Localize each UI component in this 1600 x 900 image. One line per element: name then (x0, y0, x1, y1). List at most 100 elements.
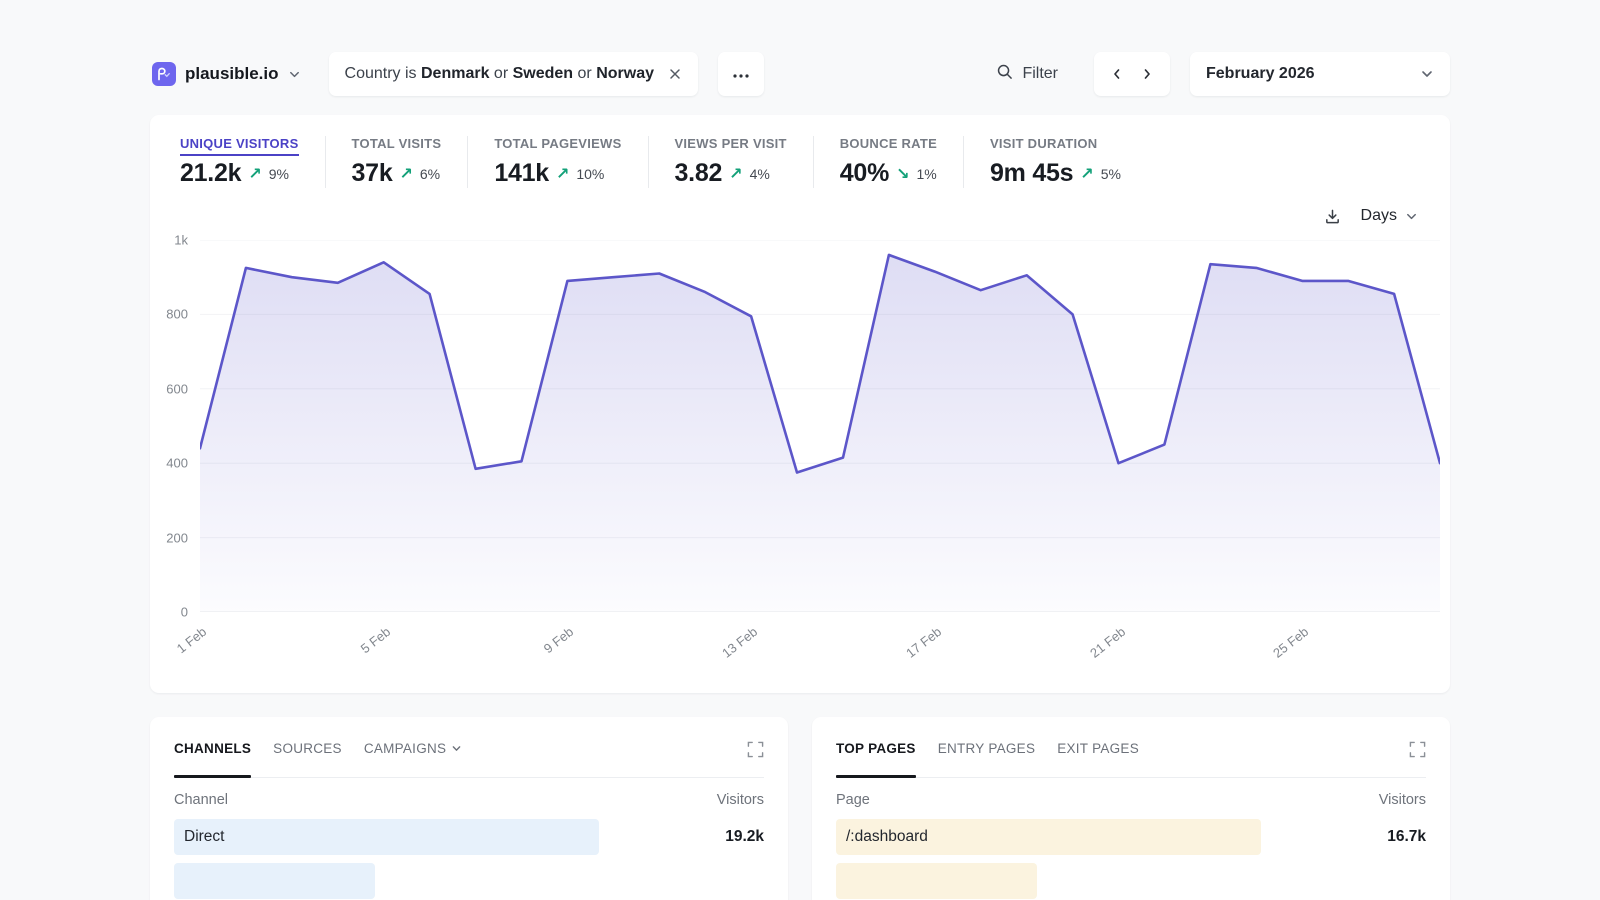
chevron-down-icon (1405, 210, 1418, 223)
interval-picker[interactable]: Days (1361, 207, 1418, 225)
x-axis-tick: 21 Feb (1087, 624, 1128, 661)
chart-y-axis: 02004006008001k (150, 240, 188, 612)
y-axis-tick: 1k (174, 233, 188, 248)
metric-change: 6% (420, 166, 440, 182)
channels-tab-sources[interactable]: SOURCES (273, 741, 342, 756)
area-chart-svg (200, 240, 1440, 612)
channels-rows: Direct 19.2k (174, 819, 764, 899)
x-axis-tick: 5 Feb (358, 624, 393, 656)
trend-up-icon: ↗ (1080, 164, 1093, 184)
more-filters-button[interactable] (718, 52, 764, 96)
pages-tab-exit-pages[interactable]: EXIT PAGES (1057, 741, 1139, 756)
pages-tab-top-pages[interactable]: TOP PAGES (836, 741, 916, 756)
y-axis-tick: 800 (166, 307, 188, 322)
chevron-down-icon (288, 68, 301, 81)
visitors-col-header: Visitors (1379, 792, 1426, 808)
x-axis-tick: 9 Feb (541, 624, 576, 656)
pages-row-dashboard: /:dashboard 16.7k (836, 819, 1426, 855)
date-range-label: February 2026 (1206, 65, 1315, 83)
filter-pill-prefix: Country is (345, 65, 421, 83)
metric-change: 5% (1101, 166, 1121, 182)
site-name: plausible.io (185, 64, 279, 84)
filter-search-button[interactable]: Filter (996, 63, 1058, 85)
metric-value: 37k (352, 159, 393, 188)
y-axis-tick: 600 (166, 381, 188, 396)
metric-visit-duration[interactable]: VISIT DURATION9m 45s↗5% (963, 136, 1147, 188)
prev-period-button[interactable] (1110, 67, 1124, 81)
expand-panel-icon[interactable] (747, 741, 764, 758)
channels-row-direct: Direct 19.2k (174, 819, 764, 855)
pages-tab-entry-pages[interactable]: ENTRY PAGES (938, 741, 1036, 756)
metric-label: UNIQUE VISITORS (180, 136, 299, 151)
pages-tabs: TOP PAGES ENTRY PAGES EXIT PAGES (836, 741, 1139, 756)
site-switcher[interactable]: plausible.io (150, 62, 307, 86)
trend-down-icon: ↘ (896, 164, 909, 184)
channels-row-partial (174, 863, 764, 899)
visitors-col-header: Visitors (717, 792, 764, 808)
top-bar: plausible.io Country is Denmark or Swede… (150, 0, 1450, 96)
pages-panel: TOP PAGES ENTRY PAGES EXIT PAGES Page Visi… (812, 717, 1450, 900)
metric-label: TOTAL PAGEVIEWS (494, 136, 621, 151)
metric-change: 9% (269, 166, 289, 182)
row-bar (174, 863, 375, 899)
metric-total-visits[interactable]: TOTAL VISITS 37k ↗ 6% (325, 136, 468, 188)
pages-col-header: Page (836, 792, 870, 808)
metric-value: 40% (840, 159, 889, 188)
trend-up-icon: ↗ (248, 164, 261, 184)
trend-up-icon: ↗ (729, 164, 742, 184)
pages-rows: /:dashboard 16.7k (836, 819, 1426, 899)
row-label[interactable]: /:dashboard (836, 828, 928, 846)
top-right-controls: Filter February 2026 (996, 52, 1450, 96)
metric-change: 4% (750, 166, 770, 182)
row-visitors-value: 19.2k (725, 828, 764, 846)
visitors-chart[interactable]: 02004006008001k 1 Feb5 Feb9 Feb13 Feb17 … (200, 240, 1440, 668)
chevron-down-icon (451, 743, 462, 754)
filter-country-3: Norway (596, 65, 654, 83)
channels-tab-channels[interactable]: CHANNELS (174, 741, 251, 756)
remove-filter-icon[interactable] (668, 67, 682, 81)
y-axis-tick: 400 (166, 456, 188, 471)
filter-search-label: Filter (1022, 65, 1058, 83)
chart-x-axis: 1 Feb5 Feb9 Feb13 Feb17 Feb21 Feb25 Feb (200, 612, 1440, 668)
channels-tab-campaigns[interactable]: CAMPAIGNS (364, 741, 462, 756)
chart-plot-area[interactable]: 02004006008001k (200, 240, 1440, 612)
channels-panel: CHANNELS SOURCES CAMPAIGNS Channel Visitor… (150, 717, 788, 900)
row-bar (174, 819, 599, 855)
channels-tabs: CHANNELS SOURCES CAMPAIGNS (174, 741, 462, 756)
x-axis-tick: 17 Feb (903, 624, 944, 661)
metric-label: TOTAL VISITS (352, 136, 442, 151)
channels-col-header: Channel (174, 792, 228, 808)
metric-views-per-visit[interactable]: VIEWS PER VISIT 3.82 ↗ 4% (648, 136, 813, 188)
date-range-picker[interactable]: February 2026 (1190, 52, 1450, 96)
metric-change: 10% (576, 166, 604, 182)
row-visitors-value: 16.7k (1387, 828, 1426, 846)
metrics-row: UNIQUE VISITORS 21.2k ↗ 9% TOTAL VISITS 37k ↗ 6… (150, 115, 1450, 188)
next-period-button[interactable] (1140, 67, 1154, 81)
metric-value: 21.2k (180, 159, 241, 188)
download-graph-icon[interactable] (1324, 208, 1341, 225)
x-axis-tick: 13 Feb (719, 624, 760, 661)
trend-up-icon: ↗ (399, 164, 412, 184)
metric-value: 9m 45s (990, 159, 1073, 188)
graph-controls: Days (150, 188, 1450, 230)
metric-value: 3.82 (675, 159, 723, 188)
filter-country-2: Sweden (513, 65, 573, 83)
chevron-down-icon (1420, 67, 1434, 81)
interval-label: Days (1361, 207, 1397, 225)
metric-label: VIEWS PER VISIT (675, 136, 787, 151)
ellipsis-icon (733, 65, 749, 83)
plausible-logo-icon (152, 62, 176, 86)
filter-pill-joiner: or (573, 65, 596, 83)
metric-unique-visitors[interactable]: UNIQUE VISITORS 21.2k ↗ 9% (180, 136, 325, 188)
visitors-graph-card: UNIQUE VISITORS 21.2k ↗ 9% TOTAL VISITS 37k ↗ 6… (150, 115, 1450, 693)
y-axis-tick: 200 (166, 530, 188, 545)
y-axis-tick: 0 (181, 605, 188, 620)
row-label[interactable]: Direct (174, 828, 224, 846)
expand-panel-icon[interactable] (1409, 741, 1426, 758)
metric-bounce-rate[interactable]: BOUNCE RATE40%↘1% (813, 136, 963, 188)
x-axis-tick: 1 Feb (174, 624, 209, 656)
filter-pill-country[interactable]: Country is Denmark or Sweden or Norway (329, 52, 698, 96)
filter-country-1: Denmark (421, 65, 489, 83)
metric-change: 1% (916, 166, 936, 182)
metric-total-pageviews[interactable]: TOTAL PAGEVIEWS141k↗10% (467, 136, 647, 188)
